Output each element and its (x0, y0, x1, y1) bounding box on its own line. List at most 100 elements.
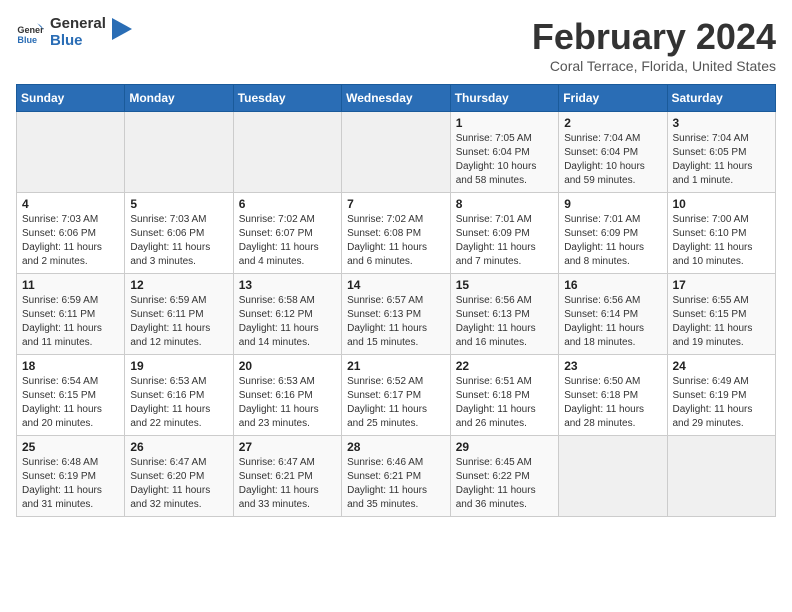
calendar-day-cell: 5 Sunrise: 7:03 AM Sunset: 6:06 PM Daylig… (125, 193, 233, 274)
day-info: Sunrise: 7:03 AM Sunset: 6:06 PM Dayligh… (130, 213, 227, 269)
calendar-day-cell: 3 Sunrise: 7:04 AM Sunset: 6:05 PM Daylig… (667, 112, 776, 193)
day-number: 15 (456, 278, 553, 292)
calendar-day-cell: 27 Sunrise: 6:47 AM Sunset: 6:21 PM Dayli… (233, 436, 341, 517)
day-number: 29 (456, 440, 553, 454)
calendar-day-cell: 23Sunrise: 6:50 AM Sunset: 6:18 PM Dayli… (559, 355, 667, 436)
calendar-day-cell (667, 436, 776, 517)
logo-triangle-icon (112, 18, 132, 40)
calendar-day-cell: 19Sunrise: 6:53 AM Sunset: 6:16 PM Dayli… (125, 355, 233, 436)
calendar-day-cell: 12 Sunrise: 6:59 AM Sunset: 6:11 PM Dayli… (125, 274, 233, 355)
logo-blue: Blue (50, 33, 106, 50)
weekday-header-monday: Monday (125, 85, 233, 112)
calendar-day-cell: 2 Sunrise: 7:04 AM Sunset: 6:04 PM Daylig… (559, 112, 667, 193)
day-number: 9 (564, 197, 661, 211)
day-info: Sunrise: 7:02 AM Sunset: 6:08 PM Dayligh… (347, 213, 445, 269)
day-number: 10 (673, 197, 771, 211)
day-number: 16 (564, 278, 661, 292)
day-number: 21 (347, 359, 445, 373)
day-info: Sunrise: 7:02 AM Sunset: 6:07 PM Dayligh… (239, 213, 336, 269)
day-number: 8 (456, 197, 553, 211)
calendar-day-cell: 15 Sunrise: 6:56 AM Sunset: 6:13 PM Dayli… (450, 274, 558, 355)
day-info: Sunrise: 6:47 AM Sunset: 6:21 PM Dayligh… (239, 456, 336, 512)
day-info: Sunrise: 6:49 AM Sunset: 6:19 PM Dayligh… (673, 375, 771, 431)
day-info: Sunrise: 6:45 AM Sunset: 6:22 PM Dayligh… (456, 456, 553, 512)
logo-general: General (50, 16, 106, 33)
day-info: Sunrise: 6:57 AM Sunset: 6:13 PM Dayligh… (347, 294, 445, 350)
day-number: 14 (347, 278, 445, 292)
calendar-day-cell: 24 Sunrise: 6:49 AM Sunset: 6:19 PM Dayli… (667, 355, 776, 436)
day-info: Sunrise: 7:05 AM Sunset: 6:04 PM Dayligh… (456, 132, 553, 188)
location-subtitle: Coral Terrace, Florida, United States (532, 58, 776, 74)
calendar-day-cell: 6 Sunrise: 7:02 AM Sunset: 6:07 PM Daylig… (233, 193, 341, 274)
day-info: Sunrise: 7:00 AM Sunset: 6:10 PM Dayligh… (673, 213, 771, 269)
calendar-header-row: SundayMondayTuesdayWednesdayThursdayFrid… (17, 85, 776, 112)
day-number: 5 (130, 197, 227, 211)
weekday-header-tuesday: Tuesday (233, 85, 341, 112)
svg-text:Blue: Blue (17, 34, 37, 44)
page-header: General Blue General Blue February 2024 … (16, 16, 776, 74)
day-info: Sunrise: 6:50 AM Sunset: 6:18 PM Dayligh… (564, 375, 661, 431)
svg-text:General: General (17, 25, 44, 35)
weekday-header-friday: Friday (559, 85, 667, 112)
day-info: Sunrise: 6:51 AM Sunset: 6:18 PM Dayligh… (456, 375, 553, 431)
calendar-day-cell: 26Sunrise: 6:47 AM Sunset: 6:20 PM Dayli… (125, 436, 233, 517)
calendar-week-row: 25Sunrise: 6:48 AM Sunset: 6:19 PM Dayli… (17, 436, 776, 517)
day-number: 13 (239, 278, 336, 292)
calendar-day-cell: 13 Sunrise: 6:58 AM Sunset: 6:12 PM Dayli… (233, 274, 341, 355)
day-info: Sunrise: 6:48 AM Sunset: 6:19 PM Dayligh… (22, 456, 119, 512)
day-number: 3 (673, 116, 771, 130)
calendar-day-cell (559, 436, 667, 517)
day-number: 7 (347, 197, 445, 211)
day-number: 2 (564, 116, 661, 130)
calendar-week-row: 4 Sunrise: 7:03 AM Sunset: 6:06 PM Daylig… (17, 193, 776, 274)
calendar-day-cell: 11Sunrise: 6:59 AM Sunset: 6:11 PM Dayli… (17, 274, 125, 355)
day-number: 1 (456, 116, 553, 130)
day-number: 22 (456, 359, 553, 373)
day-number: 17 (673, 278, 771, 292)
weekday-header-saturday: Saturday (667, 85, 776, 112)
calendar-table: SundayMondayTuesdayWednesdayThursdayFrid… (16, 84, 776, 517)
calendar-day-cell: 22 Sunrise: 6:51 AM Sunset: 6:18 PM Dayli… (450, 355, 558, 436)
day-info: Sunrise: 6:46 AM Sunset: 6:21 PM Dayligh… (347, 456, 445, 512)
calendar-day-cell: 1 Sunrise: 7:05 AM Sunset: 6:04 PM Daylig… (450, 112, 558, 193)
day-info: Sunrise: 7:04 AM Sunset: 6:05 PM Dayligh… (673, 132, 771, 188)
weekday-header-wednesday: Wednesday (342, 85, 451, 112)
logo-icon: General Blue (16, 19, 44, 47)
day-info: Sunrise: 6:59 AM Sunset: 6:11 PM Dayligh… (130, 294, 227, 350)
day-number: 4 (22, 197, 119, 211)
day-number: 28 (347, 440, 445, 454)
calendar-day-cell: 18Sunrise: 6:54 AM Sunset: 6:15 PM Dayli… (17, 355, 125, 436)
calendar-day-cell: 17 Sunrise: 6:55 AM Sunset: 6:15 PM Dayli… (667, 274, 776, 355)
day-number: 27 (239, 440, 336, 454)
weekday-header-sunday: Sunday (17, 85, 125, 112)
day-number: 11 (22, 278, 119, 292)
day-info: Sunrise: 7:04 AM Sunset: 6:04 PM Dayligh… (564, 132, 661, 188)
day-number: 24 (673, 359, 771, 373)
day-number: 6 (239, 197, 336, 211)
day-info: Sunrise: 6:53 AM Sunset: 6:16 PM Dayligh… (130, 375, 227, 431)
calendar-day-cell: 4 Sunrise: 7:03 AM Sunset: 6:06 PM Daylig… (17, 193, 125, 274)
day-info: Sunrise: 6:54 AM Sunset: 6:15 PM Dayligh… (22, 375, 119, 431)
day-info: Sunrise: 6:58 AM Sunset: 6:12 PM Dayligh… (239, 294, 336, 350)
day-info: Sunrise: 7:01 AM Sunset: 6:09 PM Dayligh… (456, 213, 553, 269)
calendar-day-cell: 8 Sunrise: 7:01 AM Sunset: 6:09 PM Daylig… (450, 193, 558, 274)
day-info: Sunrise: 6:53 AM Sunset: 6:16 PM Dayligh… (239, 375, 336, 431)
calendar-day-cell: 21 Sunrise: 6:52 AM Sunset: 6:17 PM Dayli… (342, 355, 451, 436)
day-number: 26 (130, 440, 227, 454)
day-info: Sunrise: 7:01 AM Sunset: 6:09 PM Dayligh… (564, 213, 661, 269)
day-info: Sunrise: 7:03 AM Sunset: 6:06 PM Dayligh… (22, 213, 119, 269)
day-info: Sunrise: 6:52 AM Sunset: 6:17 PM Dayligh… (347, 375, 445, 431)
title-block: February 2024 Coral Terrace, Florida, Un… (532, 16, 776, 74)
calendar-week-row: 18Sunrise: 6:54 AM Sunset: 6:15 PM Dayli… (17, 355, 776, 436)
day-info: Sunrise: 6:55 AM Sunset: 6:15 PM Dayligh… (673, 294, 771, 350)
day-number: 12 (130, 278, 227, 292)
calendar-day-cell (233, 112, 341, 193)
day-info: Sunrise: 6:56 AM Sunset: 6:13 PM Dayligh… (456, 294, 553, 350)
calendar-day-cell: 10 Sunrise: 7:00 AM Sunset: 6:10 PM Dayli… (667, 193, 776, 274)
calendar-day-cell: 9 Sunrise: 7:01 AM Sunset: 6:09 PM Daylig… (559, 193, 667, 274)
calendar-day-cell: 16 Sunrise: 6:56 AM Sunset: 6:14 PM Dayli… (559, 274, 667, 355)
logo: General Blue General Blue (16, 16, 132, 49)
day-info: Sunrise: 6:56 AM Sunset: 6:14 PM Dayligh… (564, 294, 661, 350)
calendar-day-cell (125, 112, 233, 193)
calendar-week-row: 11 Sunrise: 6:59 AM Sunset: 6:11 PM Dayli… (17, 274, 776, 355)
